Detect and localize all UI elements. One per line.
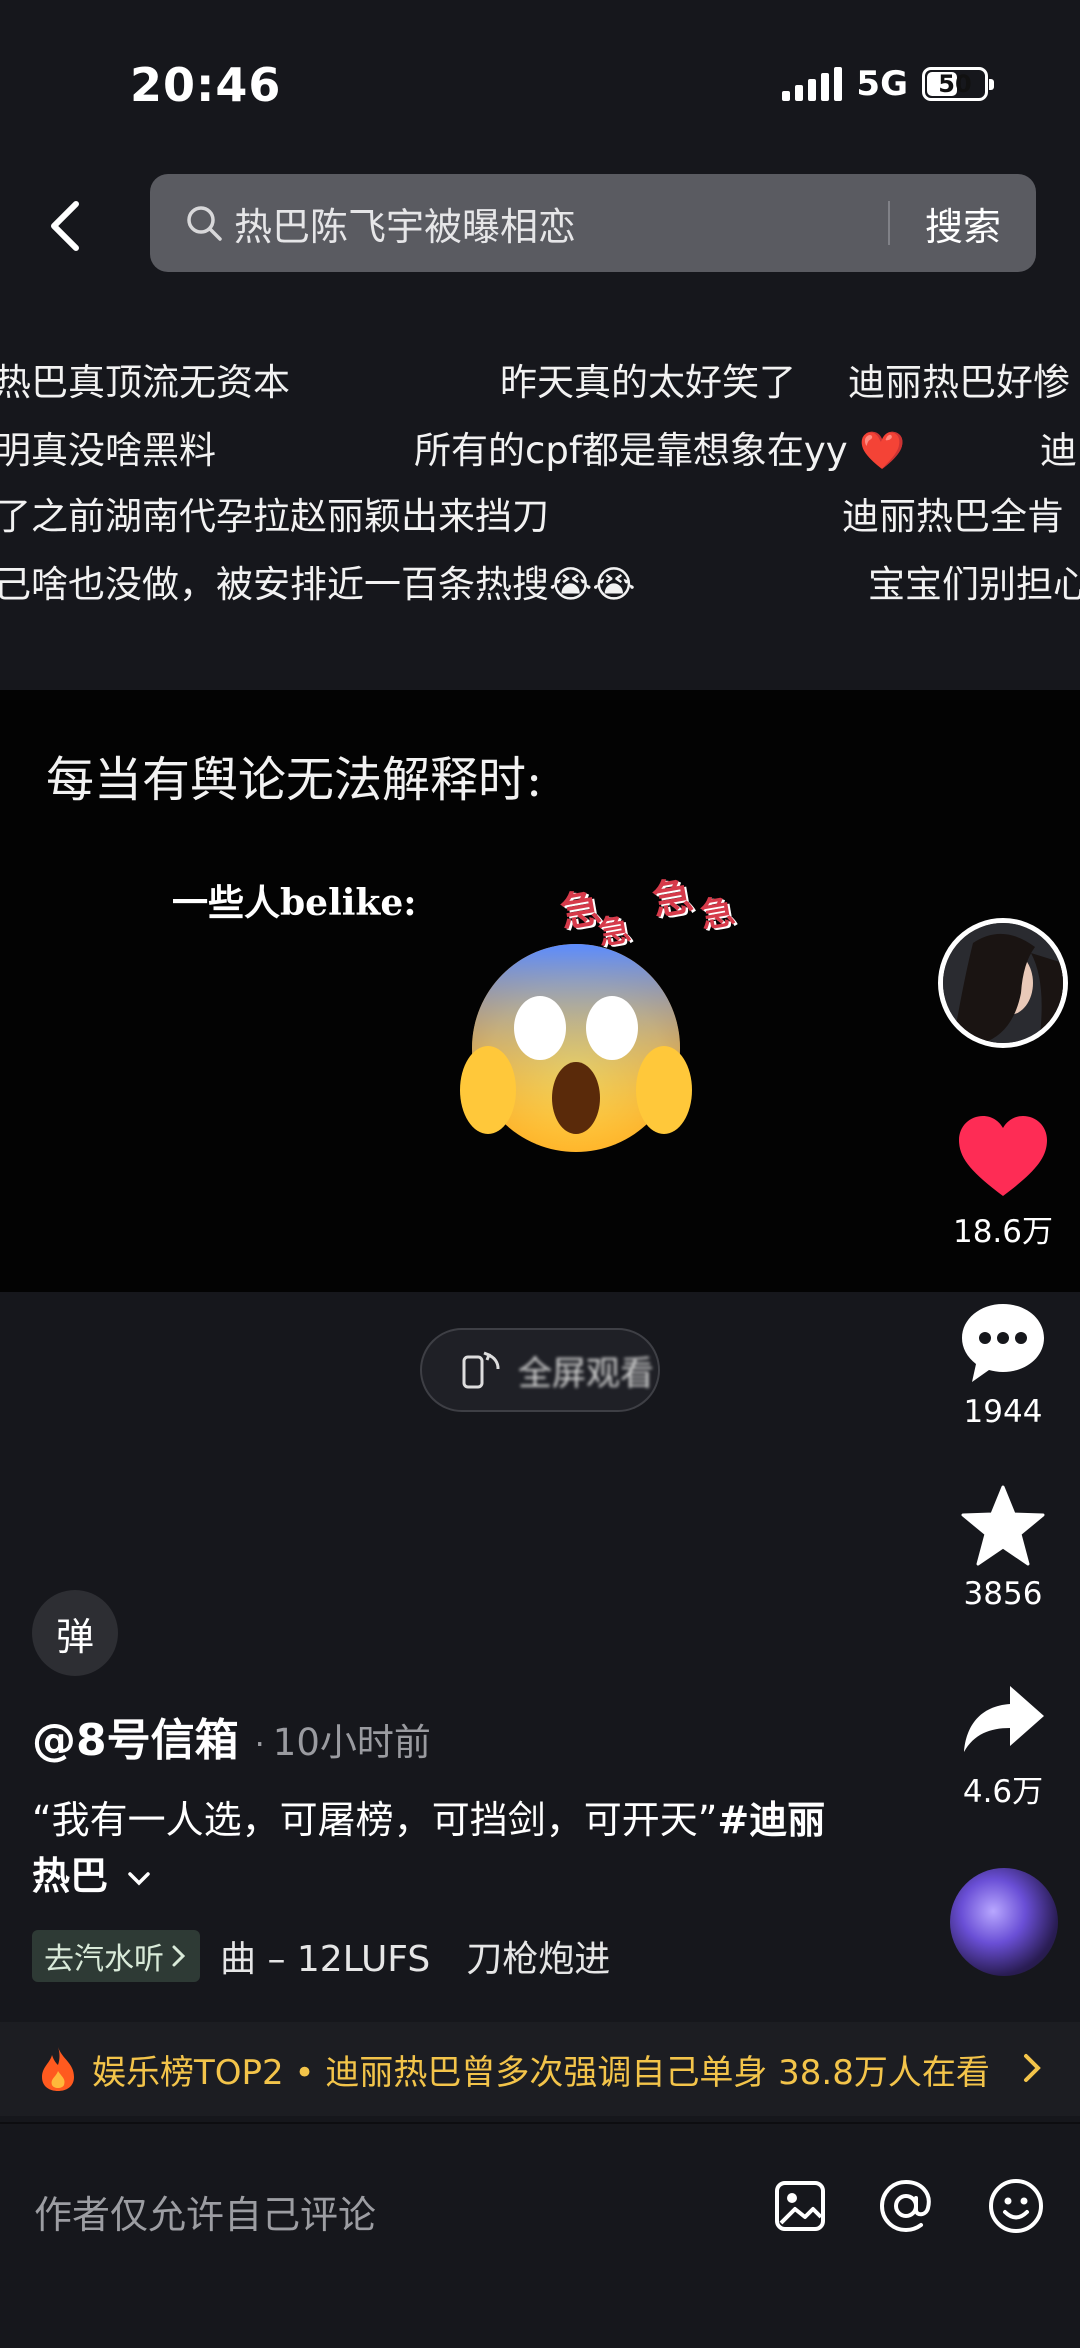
post-description[interactable]: “我有一人选，可屠榜，可挡剑，可开天”#迪丽热巴 — [32, 1792, 832, 1904]
share-button[interactable]: 4.6万 — [938, 1682, 1068, 1811]
danmaku-item: 明真没啥黑料 — [0, 429, 216, 472]
comment-button[interactable]: 1944 — [938, 1300, 1068, 1430]
share-count: 4.6万 — [962, 1774, 1044, 1810]
video-caption: 每当有舆论无法解释时: — [46, 752, 543, 808]
search-icon — [184, 203, 224, 243]
comment-bar: 作者仅允许自己评论 — [0, 2122, 1080, 2348]
danmaku-item: 了之前湖南代孕拉赵丽颖出来挡刀 — [0, 495, 549, 538]
comment-count: 1944 — [963, 1394, 1043, 1430]
avatar-image — [943, 923, 1063, 1043]
like-count: 18.6万 — [952, 1214, 1054, 1250]
danmaku-item: 迪 — [1040, 429, 1077, 472]
heart-icon — [959, 1116, 1047, 1196]
danmaku-area: 热巴真顶流无资本 昨天真的太好笑了 迪丽热巴好惨 明真没啥黑料 所有的cpf都是… — [0, 340, 1080, 630]
video-subcaption: 一些人belike: — [172, 882, 417, 924]
listen-in-app-chip[interactable]: 去汽水听 — [32, 1930, 200, 1982]
author-row: @8号信箱 · 10小时前 — [32, 1704, 431, 1768]
battery-percent: 50 — [938, 70, 972, 98]
description-text: “我有一人选，可屠榜，可挡剑，可开天” — [32, 1798, 718, 1842]
music-disc-icon[interactable] — [950, 1868, 1058, 1976]
listen-in-app-label: 去汽水听 — [44, 1942, 164, 1977]
trending-text: 娱乐榜TOP2 • 迪丽热巴曾多次强调自己单身 38.8万人在看 — [92, 2052, 990, 2093]
screaming-emoji-sticker — [456, 920, 696, 1160]
chevron-down-icon — [128, 1872, 150, 1886]
status-time: 20:46 — [130, 58, 282, 112]
star-icon — [961, 1485, 1045, 1566]
image-button[interactable] — [770, 2176, 830, 2236]
danmaku-item: 己啥也没做，被安排近一百条热搜😭😭 — [0, 563, 636, 606]
favorite-button[interactable]: 3856 — [938, 1484, 1068, 1612]
signal-icon — [782, 67, 843, 101]
author-avatar[interactable] — [938, 918, 1068, 1048]
like-button[interactable]: 18.6万 — [938, 1114, 1068, 1251]
battery-icon: 50 — [922, 67, 994, 101]
post-time: 10小时前 — [272, 1721, 431, 1764]
search-bar[interactable]: 热巴陈飞宇被曝相恋 搜索 — [150, 174, 1036, 272]
danmaku-item: 昨天真的太好笑了 — [500, 361, 796, 404]
music-row[interactable]: 去汽水听 曲 – 12LUFS 刀枪炮进 — [32, 1930, 610, 1982]
danmaku-item: 所有的cpf都是靠想象在yy ❤️ — [414, 429, 906, 472]
author-name[interactable]: @8号信箱 — [32, 1704, 239, 1768]
separator-dot: · — [254, 1725, 265, 1763]
at-sign-icon — [879, 2179, 931, 2233]
favorite-count: 3856 — [963, 1576, 1043, 1612]
fire-icon — [42, 2047, 74, 2091]
status-indicators: 5G 50 — [782, 64, 994, 104]
fullscreen-label: 全屏观看 — [518, 1353, 654, 1394]
rotate-screen-icon — [462, 1351, 500, 1389]
music-title: 曲 – 12LUFS 刀枪炮进 — [220, 1939, 611, 1980]
danmaku-item: 热巴真顶流无资本 — [0, 361, 290, 404]
danmaku-item: 迪丽热巴全肯 — [842, 495, 1064, 538]
smiley-icon — [989, 2179, 1043, 2233]
emoji-button[interactable] — [986, 2176, 1046, 2236]
image-icon — [775, 2181, 825, 2231]
back-button[interactable] — [40, 196, 90, 256]
search-input[interactable]: 热巴陈飞宇被曝相恋 — [234, 196, 888, 251]
chevron-right-icon — [1024, 2054, 1041, 2082]
chevron-right-icon — [172, 1945, 186, 1967]
chevron-left-icon — [51, 201, 79, 251]
share-arrow-icon — [964, 1686, 1044, 1752]
comment-icon — [962, 1304, 1044, 1382]
comment-input[interactable]: 作者仅允许自己评论 — [34, 2184, 376, 2239]
screaming-face-icon — [460, 944, 692, 1152]
danmaku-item: 迪丽热巴好惨 — [848, 361, 1070, 404]
search-button[interactable]: 搜索 — [890, 196, 1036, 251]
danmaku-item: 宝宝们别担心 — [868, 563, 1080, 606]
network-type: 5G — [856, 64, 908, 104]
mention-button[interactable] — [876, 2176, 936, 2236]
danmaku-toggle-button[interactable]: 弹 — [32, 1590, 118, 1676]
trending-bar[interactable]: 娱乐榜TOP2 • 迪丽热巴曾多次强调自己单身 38.8万人在看 — [0, 2022, 1080, 2116]
fullscreen-button[interactable]: 全屏观看 — [420, 1328, 660, 1412]
